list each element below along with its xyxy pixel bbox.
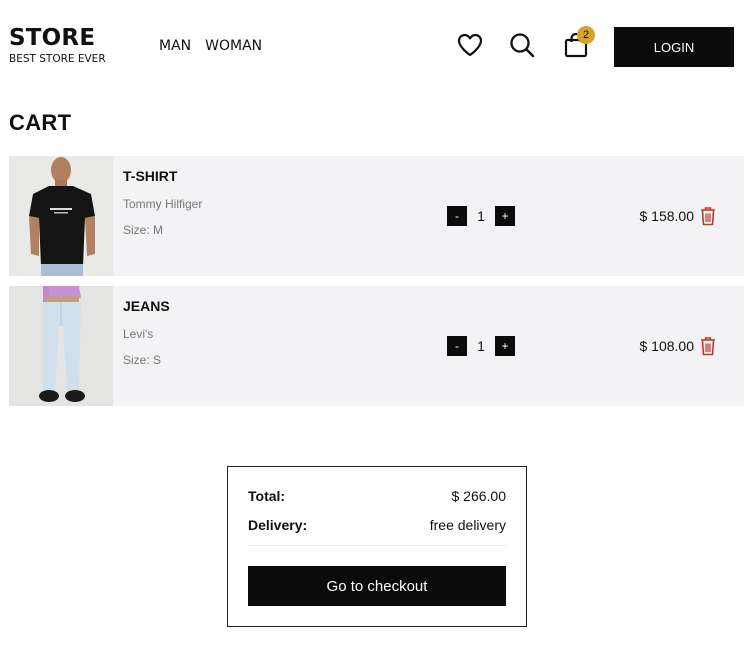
heart-icon — [457, 33, 483, 57]
order-summary: Total: $ 266.00 Delivery: free delivery … — [227, 466, 527, 627]
item-name: T-SHIRT — [123, 168, 178, 184]
search-button[interactable] — [505, 28, 539, 62]
item-price: $ 158.00 — [639, 208, 695, 224]
item-price: $ 108.00 — [639, 338, 695, 354]
checkout-button[interactable]: Go to checkout — [248, 566, 506, 606]
cart-item: T-SHIRT Tommy Hilfiger Size: M - 1 + $ 1… — [9, 156, 744, 276]
site-header: STORE BEST STORE EVER MAN WOMAN 2 LOGIN — [0, 0, 752, 90]
delivery-row: Delivery: free delivery — [248, 517, 506, 533]
main-nav: MAN WOMAN — [159, 38, 262, 54]
brand-name: STORE — [9, 25, 96, 51]
trash-icon[interactable] — [700, 336, 716, 356]
quantity-value: 1 — [477, 208, 485, 224]
item-size: Size: M — [123, 223, 164, 237]
quantity-value: 1 — [477, 338, 485, 354]
total-label: Total: — [248, 488, 286, 504]
brand-logo[interactable]: STORE BEST STORE EVER — [9, 25, 106, 66]
increase-quantity-button[interactable]: + — [495, 206, 515, 226]
decrease-quantity-button[interactable]: - — [447, 336, 467, 356]
brand-tagline: BEST STORE EVER — [9, 53, 106, 65]
summary-divider — [248, 545, 506, 546]
cart-button[interactable]: 2 — [559, 26, 595, 62]
delivery-label: Delivery: — [248, 517, 308, 533]
nav-item-man[interactable]: MAN — [159, 38, 191, 54]
total-value: $ 266.00 — [451, 488, 507, 504]
item-size: Size: S — [123, 353, 162, 367]
item-brand: Tommy Hilfiger — [123, 197, 203, 211]
product-image-tshirt[interactable] — [9, 156, 113, 276]
delivery-value: free delivery — [429, 517, 506, 533]
decrease-quantity-button[interactable]: - — [447, 206, 467, 226]
total-row: Total: $ 266.00 — [248, 488, 506, 504]
quantity-stepper: - 1 + — [447, 336, 515, 356]
quantity-stepper: - 1 + — [447, 206, 515, 226]
page-title: CART — [9, 110, 72, 135]
search-icon — [510, 33, 535, 58]
cart-count-badge: 2 — [577, 26, 595, 44]
item-name: JEANS — [123, 298, 170, 314]
product-image-jeans[interactable] — [9, 286, 113, 406]
jeans-model-image — [9, 286, 113, 406]
login-button[interactable]: LOGIN — [614, 27, 734, 67]
trash-icon[interactable] — [700, 206, 716, 226]
nav-item-woman[interactable]: WOMAN — [205, 38, 262, 54]
tshirt-model-image — [9, 156, 113, 276]
increase-quantity-button[interactable]: + — [495, 336, 515, 356]
item-brand: Levi's — [123, 327, 154, 341]
favorites-button[interactable] — [453, 28, 487, 62]
cart-item: JEANS Levi's Size: S - 1 + $ 108.00 — [9, 286, 744, 406]
